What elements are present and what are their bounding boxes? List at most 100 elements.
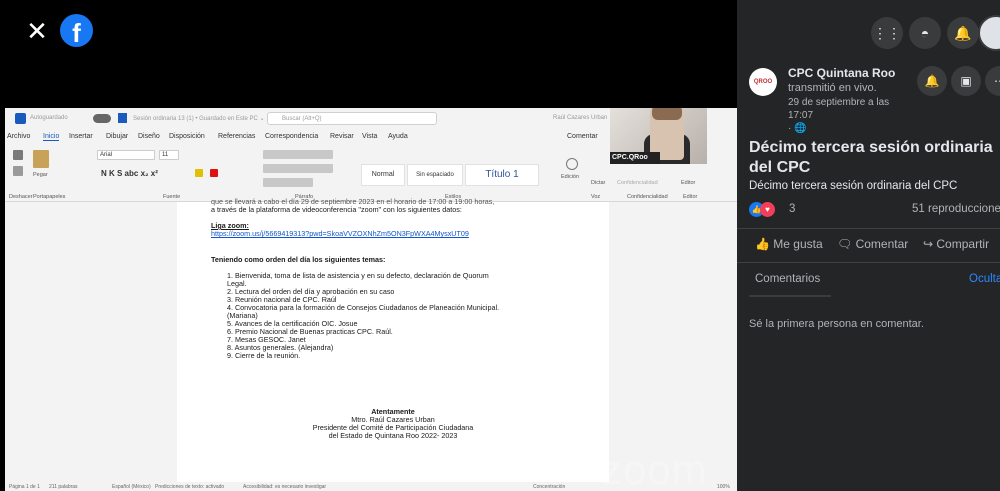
group-confidencialidad: Confidencialidad — [627, 194, 668, 200]
post-actions: 👍 Me gusta 🗨 Comentar ↪ Compartir — [737, 228, 1000, 262]
agenda-item: 1. Bienvenida, toma de lista de asistenc… — [227, 271, 489, 280]
viewer-root: ✕ f Autoguardado Sesión ordinaria 13 (1)… — [0, 0, 1000, 491]
video-area[interactable]: ✕ f Autoguardado Sesión ordinaria 13 (1)… — [0, 0, 738, 491]
post-title: Décimo tercera sesión ordinaria del CPC — [749, 139, 993, 176]
grid-icon[interactable]: ⋮⋮ — [871, 17, 903, 49]
facebook-logo[interactable]: f — [60, 14, 93, 48]
tab-dibujar[interactable]: Dibujar — [106, 133, 128, 140]
tab-referencias[interactable]: Referencias — [218, 133, 255, 140]
post-time[interactable]: 17:07 — [788, 110, 813, 121]
comment-label: Comentar — [855, 237, 909, 251]
bookmark-icon[interactable]: ▣ — [951, 66, 981, 96]
word-icon — [15, 113, 26, 124]
tab-insertar[interactable]: Insertar — [69, 133, 93, 140]
comment-button[interactable]: 🗨 Comentar — [837, 237, 908, 251]
post-date[interactable]: 29 de septiembre a las — [788, 97, 889, 108]
post-action: transmitió en vivo. — [788, 82, 877, 94]
font-size-value: 11 — [162, 152, 169, 158]
status-language[interactable]: Español (México) — [112, 484, 151, 490]
format-buttons[interactable]: N K S abc x₂ x² — [101, 169, 158, 178]
page-name[interactable]: CPC Quintana Roo — [788, 66, 895, 80]
status-focus[interactable]: Concentración — [533, 484, 565, 490]
share-icon: ↪ — [923, 237, 937, 251]
tab-archivo[interactable]: Archivo — [7, 133, 30, 140]
style-normal[interactable]: Normal — [361, 164, 405, 186]
edicion-label[interactable]: Edición — [561, 174, 579, 180]
close-icon[interactable]: ✕ — [26, 18, 48, 44]
reaction-count[interactable]: 3 — [789, 203, 795, 215]
comments-button[interactable]: Comentar — [567, 133, 598, 140]
messenger-icon[interactable]: ◓ — [909, 17, 941, 49]
tab-revisar[interactable]: Revisar — [330, 133, 354, 140]
more-options-icon[interactable]: ⋯ — [985, 66, 1000, 96]
group-deshacer: Deshacer — [9, 194, 33, 200]
doc-line-2: a través de la plataforma de videoconfer… — [211, 205, 462, 214]
like-button[interactable]: 👍 Me gusta — [755, 237, 823, 251]
group-fuente: Fuente — [163, 194, 181, 200]
user-avatar[interactable] — [978, 15, 1000, 51]
paste-icon[interactable] — [33, 150, 49, 168]
autosave-toggle[interactable] — [93, 114, 111, 123]
zoom-link[interactable]: https://zoom.us/j/5669419313?pwd=SkoaVVZ… — [211, 230, 469, 238]
bell-follow-icon[interactable]: 🔔 — [917, 66, 947, 96]
tab-comments[interactable]: Comentarios — [755, 273, 820, 285]
paste-label: Pegar — [33, 172, 48, 178]
agenda-heading: Teniendo como orden del día los siguient… — [211, 255, 386, 264]
status-page: Página 1 de 1 — [9, 484, 40, 490]
comment-icon: 🗨 — [837, 237, 856, 251]
status-predictions: Predicciones de texto: activado — [155, 484, 225, 490]
autosave-label: Autoguardado — [30, 115, 68, 121]
like-label: Me gusta — [773, 237, 823, 251]
save-icon[interactable] — [118, 113, 127, 123]
dictar-label[interactable]: Dictar — [591, 180, 605, 186]
tab-diseno[interactable]: Diseño — [138, 133, 160, 140]
paragraph-tools[interactable] — [263, 150, 333, 159]
zoom-watermark: zoom — [601, 446, 708, 491]
shared-screen: Autoguardado Sesión ordinaria 13 (1) • G… — [5, 108, 738, 491]
redo-icon[interactable] — [13, 166, 23, 176]
post-panel: ⋮⋮ ◓ 🔔 QROO CPC Quintana Roo transmitió … — [737, 0, 1000, 491]
font-name-value: Arial — [100, 152, 113, 158]
border-tools[interactable] — [263, 178, 313, 187]
status-zoom[interactable]: 100% — [717, 484, 730, 490]
globe-icon: · 🌐 — [788, 123, 807, 134]
search-placeholder: Buscar (Alt+Q) — [282, 116, 322, 122]
style-sin-espaciado[interactable]: Sin espaciado — [407, 164, 463, 186]
search-edit-icon[interactable] — [566, 158, 578, 170]
group-editor: Editor — [683, 194, 698, 200]
share-button[interactable]: ↪ Compartir — [923, 237, 989, 251]
view-count: 51 reproducciones — [912, 203, 1000, 215]
style-titulo-1[interactable]: Título 1 — [465, 164, 539, 186]
agenda-item: 4. Convocatoria para la formación de Con… — [227, 303, 500, 312]
tab-inicio[interactable]: Inicio — [43, 133, 60, 141]
status-words: 211 palabras — [49, 484, 78, 490]
tab-correspondencia[interactable]: Correspondencia — [265, 133, 318, 140]
group-portapapeles: Portapapeles — [33, 194, 66, 200]
font-color-icon[interactable] — [210, 169, 218, 177]
share-label: Compartir — [936, 237, 990, 251]
undo-icon[interactable] — [13, 150, 23, 160]
tab-disposicion[interactable]: Disposición — [169, 133, 205, 140]
thumbs-up-icon: 👍 — [755, 237, 774, 251]
empty-comments-text: Sé la primera persona en comentar. — [749, 318, 924, 330]
alignment-tools[interactable] — [263, 164, 333, 173]
bell-icon[interactable]: 🔔 — [947, 17, 979, 49]
tab-underline — [749, 295, 831, 297]
search-input[interactable]: Buscar (Alt+Q) — [267, 112, 437, 125]
doc-title: Sesión ordinaria 13 (1) • Guardado en Es… — [133, 116, 265, 122]
status-accessibility[interactable]: Accesibilidad: es necesario investigar — [243, 484, 326, 490]
tab-ayuda[interactable]: Ayuda — [388, 133, 408, 140]
divider — [737, 262, 1000, 263]
document-page[interactable]: que se llevará a cabo el día 29 de septi… — [177, 198, 609, 482]
love-reaction-icon: ♥ — [760, 202, 775, 217]
group-voz: Voz — [591, 194, 601, 200]
confidencialidad-label[interactable]: Confidencialidad — [617, 180, 658, 186]
highlight-icon[interactable] — [195, 169, 203, 177]
page-avatar[interactable]: QROO — [749, 68, 777, 96]
agenda-item: 9. Cierre de la reunión. — [227, 351, 301, 360]
tab-vista[interactable]: Vista — [362, 133, 377, 140]
editor-label[interactable]: Editor — [681, 180, 695, 186]
signature-state: del Estado de Quintana Roo 2022- 2023 — [328, 431, 458, 440]
hide-comments-link[interactable]: Ocultar — [969, 273, 1000, 285]
post-subtitle: Décimo tercera sesión ordinaria del CPC — [749, 180, 958, 192]
